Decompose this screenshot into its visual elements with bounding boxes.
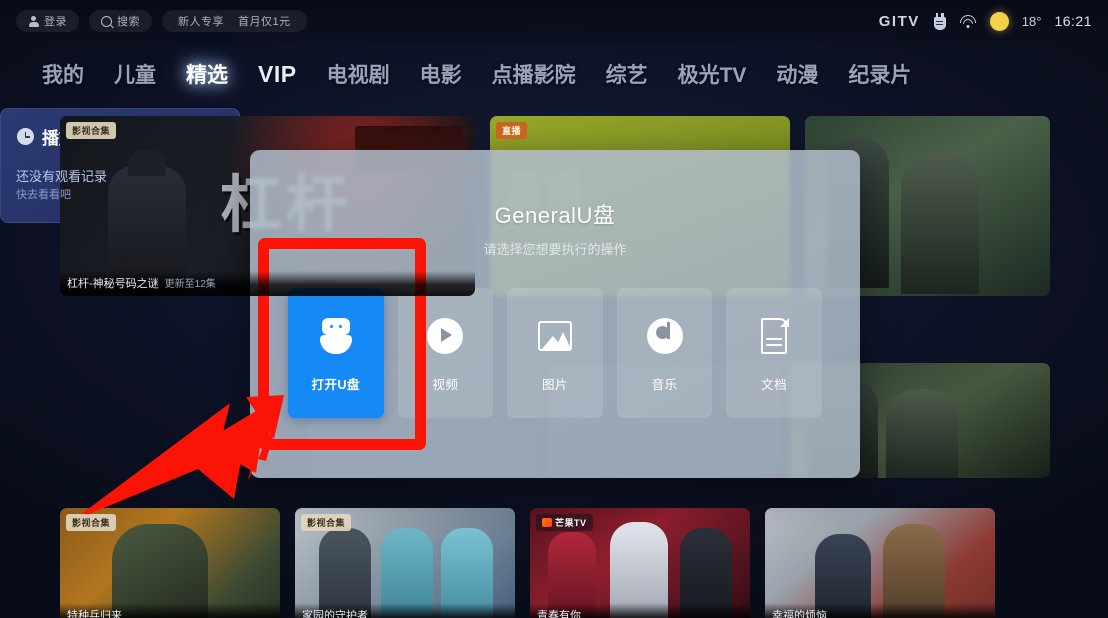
hero-caption-sub: 更新至12集 xyxy=(164,279,216,290)
poster-figure xyxy=(901,154,979,294)
nav-item-mine[interactable]: 我的 xyxy=(42,59,84,89)
content-card-bottom-4[interactable]: 幸福的烦恼 xyxy=(765,508,995,618)
top-status-bar: 登录 搜索 新人专享 首月仅1元 GITV 18° 16:21 xyxy=(0,0,1108,42)
mango-tv-badge: 芒果TV xyxy=(536,514,593,531)
sun-icon xyxy=(989,11,1009,31)
search-button[interactable]: 搜索 xyxy=(89,10,152,32)
card-caption: 青春有你 xyxy=(530,603,750,618)
dialog-subtitle: 请选择您想要执行的操作 xyxy=(483,242,627,257)
tv-home-screen: 登录 搜索 新人专享 首月仅1元 GITV 18° 16:21 我的 儿童 精选… xyxy=(0,0,1108,618)
dialog-options: 打开U盘 视频 图片 音乐 文档 xyxy=(288,288,822,418)
option-video-label: 视频 xyxy=(432,377,459,392)
music-note-icon xyxy=(643,314,687,358)
clock-label: 16:21 xyxy=(1054,13,1092,29)
status-indicators: GITV 18° 16:21 xyxy=(878,11,1092,31)
live-badge: 直播 xyxy=(496,122,528,139)
dialog-title: GeneralU盘 xyxy=(494,203,616,228)
card-badge: 影视合集 xyxy=(301,514,352,531)
promo-banner-button[interactable]: 新人专享 首月仅1元 xyxy=(162,10,307,32)
card-caption: 特种兵归来 xyxy=(60,603,280,618)
card-badge: 影视合集 xyxy=(66,514,117,531)
usb-robot-icon xyxy=(314,314,358,358)
nav-item-vip[interactable]: VIP xyxy=(258,61,297,88)
hero-caption: 杠杆-神秘号码之谜 更新至12集 xyxy=(60,271,475,296)
temperature-label: 18° xyxy=(1021,13,1042,29)
image-icon xyxy=(533,314,577,358)
brand-logo: GITV xyxy=(878,12,920,30)
user-icon xyxy=(28,15,39,27)
login-label: 登录 xyxy=(44,16,67,28)
mango-icon xyxy=(542,518,552,527)
nav-item-tv-series[interactable]: 电视剧 xyxy=(327,59,390,89)
nav-item-aurora-tv[interactable]: 极光TV xyxy=(678,59,747,89)
nav-item-kids[interactable]: 儿童 xyxy=(114,59,156,89)
search-icon xyxy=(101,15,112,27)
hero-caption-text: 杠杆-神秘号码之谜 xyxy=(67,278,159,290)
history-empty-line2: 快去看看吧 xyxy=(16,189,71,201)
option-document[interactable]: 文档 xyxy=(726,288,822,418)
option-music[interactable]: 音乐 xyxy=(616,288,713,418)
nav-item-vod-cinema[interactable]: 点播影院 xyxy=(492,59,576,89)
mango-label: 芒果TV xyxy=(555,518,587,528)
nav-item-featured[interactable]: 精选 xyxy=(186,59,228,89)
option-music-label: 音乐 xyxy=(651,377,678,392)
main-navigation: 我的 儿童 精选 VIP 电视剧 电影 点播影院 综艺 极光TV 动漫 纪录片 xyxy=(0,50,1108,98)
play-icon xyxy=(423,314,467,358)
option-image[interactable]: 图片 xyxy=(507,288,603,418)
card-caption: 幸福的烦恼 xyxy=(765,603,995,618)
option-image-label: 图片 xyxy=(541,377,568,392)
poster-figure xyxy=(886,389,958,478)
option-open-usb[interactable]: 打开U盘 xyxy=(288,288,384,418)
history-empty-line1: 还没有观看记录 xyxy=(16,169,108,184)
promo-label-a: 新人专享 xyxy=(178,16,224,28)
nav-item-anime[interactable]: 动漫 xyxy=(776,59,818,89)
hero-badge: 影视合集 xyxy=(66,122,117,139)
wifi-icon xyxy=(960,14,977,28)
nav-item-documentary[interactable]: 纪录片 xyxy=(848,59,911,89)
usb-icon xyxy=(933,12,947,30)
option-document-label: 文档 xyxy=(761,377,788,392)
content-card-bottom-3[interactable]: 芒果TV 青春有你 xyxy=(530,508,750,618)
content-card-bottom-1[interactable]: 影视合集 特种兵归来 xyxy=(60,508,280,618)
login-button[interactable]: 登录 xyxy=(16,10,79,32)
usb-action-dialog: GeneralU盘 请选择您想要执行的操作 打开U盘 视频 图片 音乐 文档 xyxy=(250,150,860,478)
option-video[interactable]: 视频 xyxy=(397,288,494,418)
promo-label-b: 首月仅1元 xyxy=(238,16,291,28)
search-label: 搜索 xyxy=(117,16,140,28)
option-open-usb-label: 打开U盘 xyxy=(311,377,361,392)
nav-item-movies[interactable]: 电影 xyxy=(420,59,462,89)
document-icon xyxy=(752,314,796,358)
content-card-bottom-2[interactable]: 影视合集 家园的守护者 xyxy=(295,508,515,618)
nav-item-variety[interactable]: 综艺 xyxy=(606,59,648,89)
card-caption: 家园的守护者 xyxy=(295,603,515,618)
clock-icon xyxy=(17,128,34,145)
